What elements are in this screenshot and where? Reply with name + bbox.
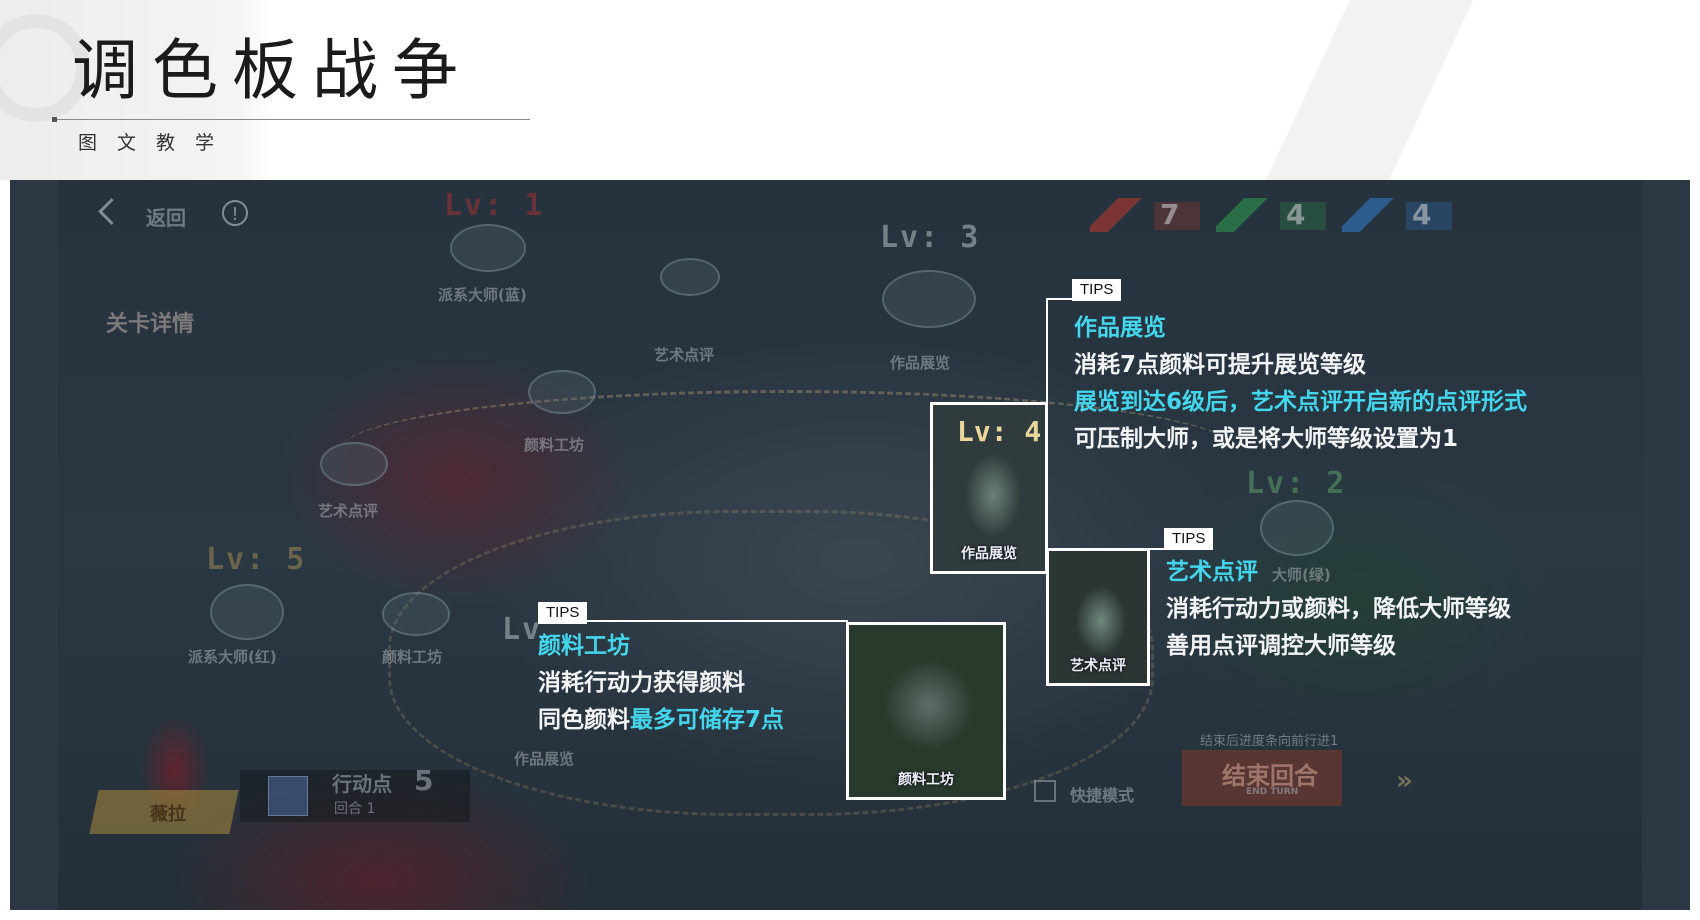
round-counter: 回合 1 bbox=[334, 801, 376, 817]
map-label-critique-north: 艺术点评 bbox=[654, 346, 715, 364]
map-label-critique-west: 艺术点评 bbox=[318, 502, 379, 520]
green-paint-tube-icon bbox=[1216, 198, 1276, 232]
callout-critique-text: 艺术点评 消耗行动力或颜料，降低大师等级 善用点评调控大师等级 bbox=[1166, 554, 1511, 665]
tips-tag-workshop: TIPS bbox=[538, 602, 588, 624]
critique-thumbnail: 艺术点评 bbox=[1046, 548, 1150, 686]
tips-tag-critique: TIPS bbox=[1164, 528, 1214, 550]
callout-exhibition-text: 作品展览 消耗7点颜料可提升展览等级 展览到达6级后，艺术点评开启新的点评形式 … bbox=[1074, 310, 1527, 458]
node-level-master-blue: Lv: 1 bbox=[444, 188, 545, 223]
map-label-workshop-north: 颜料工坊 bbox=[524, 436, 585, 454]
callout-critique-line1: 消耗行动力或颜料，降低大师等级 bbox=[1166, 596, 1511, 622]
node-label-exhibition: 作品展览 bbox=[890, 354, 951, 372]
paint-count: 4 bbox=[1412, 198, 1432, 231]
page-subtitle: 图文教学 bbox=[78, 132, 235, 154]
master-green-node[interactable] bbox=[1260, 500, 1334, 556]
node-label-master-red: 派系大师(红) bbox=[188, 648, 277, 666]
exhibition-thumbnail-level: Lv: 4 bbox=[957, 415, 1042, 448]
end-turn-label: 结束回合 bbox=[1222, 762, 1318, 790]
callout-workshop-title: 颜料工坊 bbox=[538, 633, 630, 659]
callout-exhibition-vertical-line bbox=[1046, 298, 1048, 406]
master-blue-node[interactable] bbox=[450, 224, 526, 272]
next-arrow-icon[interactable]: » bbox=[1396, 766, 1413, 796]
header-decoration-slash bbox=[1090, 0, 1690, 180]
character-name: 薇拉 bbox=[150, 804, 186, 825]
callout-exhibition-horizontal-line bbox=[1046, 298, 1072, 300]
workshop-node-north[interactable] bbox=[528, 370, 596, 414]
workshop-thumbnail-caption: 颜料工坊 bbox=[898, 772, 954, 788]
critique-thumbnail-caption: 艺术点评 bbox=[1070, 658, 1126, 674]
end-turn-sublabel: END TURN bbox=[1246, 787, 1299, 797]
paint-counter-blue: 4 bbox=[1342, 198, 1452, 234]
exhibition-thumbnail-caption: 作品展览 bbox=[961, 546, 1017, 562]
red-paint-tube-icon bbox=[1090, 198, 1150, 232]
callout-workshop-line2-white: 同色颜料 bbox=[538, 707, 630, 733]
workshop-thumbnail: 颜料工坊 bbox=[846, 622, 1006, 800]
map-label-workshop-south: 颜料工坊 bbox=[382, 648, 443, 666]
info-icon[interactable]: ! bbox=[222, 200, 248, 226]
callout-exhibition-title: 作品展览 bbox=[1074, 315, 1166, 341]
callout-exhibition-line3: 可压制大师，或是将大师等级设置为1 bbox=[1074, 426, 1459, 452]
callout-workshop-line1: 消耗行动力获得颜料 bbox=[538, 670, 745, 696]
title-divider-dot bbox=[52, 117, 57, 122]
node-level-master-red: Lv: 5 bbox=[206, 542, 307, 577]
game-screenshot: 返回 ! 关卡详情 7 4 4 Lv: 1 派系大师(蓝) Lv: 3 作品展览… bbox=[10, 180, 1690, 910]
paint-counter-green: 4 bbox=[1216, 198, 1326, 234]
workshop-node-south[interactable] bbox=[382, 592, 450, 636]
end-turn-hint: 结束后进度条向前行进1 bbox=[1200, 734, 1339, 749]
exhibition-thumbnail: Lv: 4 作品展览 bbox=[930, 402, 1048, 574]
title-divider bbox=[54, 119, 530, 120]
callout-critique-title: 艺术点评 bbox=[1166, 559, 1258, 585]
action-points-icon bbox=[268, 776, 308, 816]
map-label-exhibition-south: 作品展览 bbox=[514, 750, 575, 768]
critique-node-west[interactable] bbox=[320, 442, 388, 486]
stage-detail-tab[interactable]: 关卡详情 bbox=[106, 306, 194, 338]
node-level-master-green: Lv: 2 bbox=[1246, 466, 1347, 501]
master-red-node[interactable] bbox=[210, 584, 284, 640]
paint-count: 4 bbox=[1286, 198, 1306, 231]
node-level-exhibition: Lv: 3 bbox=[880, 220, 981, 255]
callout-exhibition-line1: 消耗7点颜料可提升展览等级 bbox=[1074, 352, 1367, 378]
action-points-value: 5 bbox=[414, 764, 434, 797]
quick-mode-checkbox[interactable] bbox=[1034, 780, 1056, 802]
critique-node-north[interactable] bbox=[660, 258, 720, 296]
exhibition-node[interactable] bbox=[882, 270, 976, 328]
page-title: 调色板战争 bbox=[72, 32, 472, 109]
back-button[interactable]: 返回 bbox=[146, 202, 186, 231]
action-points-label: 行动点 bbox=[332, 772, 392, 796]
blue-paint-tube-icon bbox=[1342, 198, 1402, 232]
callout-workshop-text: 颜料工坊 消耗行动力获得颜料 同色颜料最多可储存7点 bbox=[538, 628, 784, 739]
callout-exhibition-line2: 展览到达6级后，艺术点评开启新的点评形式 bbox=[1074, 389, 1528, 415]
tips-tag-exhibition: TIPS bbox=[1072, 279, 1122, 301]
paint-count: 7 bbox=[1160, 198, 1180, 231]
paint-counter-red: 7 bbox=[1090, 198, 1200, 234]
callout-workshop-line2: 同色颜料最多可储存7点 bbox=[538, 702, 784, 739]
callout-workshop-line2-cyan: 最多可储存7点 bbox=[630, 707, 785, 733]
quick-mode-label: 快捷模式 bbox=[1070, 786, 1135, 805]
node-level-partial: Lv bbox=[502, 612, 543, 647]
callout-critique-line2: 善用点评调控大师等级 bbox=[1166, 633, 1396, 659]
node-label-master-blue: 派系大师(蓝) bbox=[438, 286, 527, 304]
